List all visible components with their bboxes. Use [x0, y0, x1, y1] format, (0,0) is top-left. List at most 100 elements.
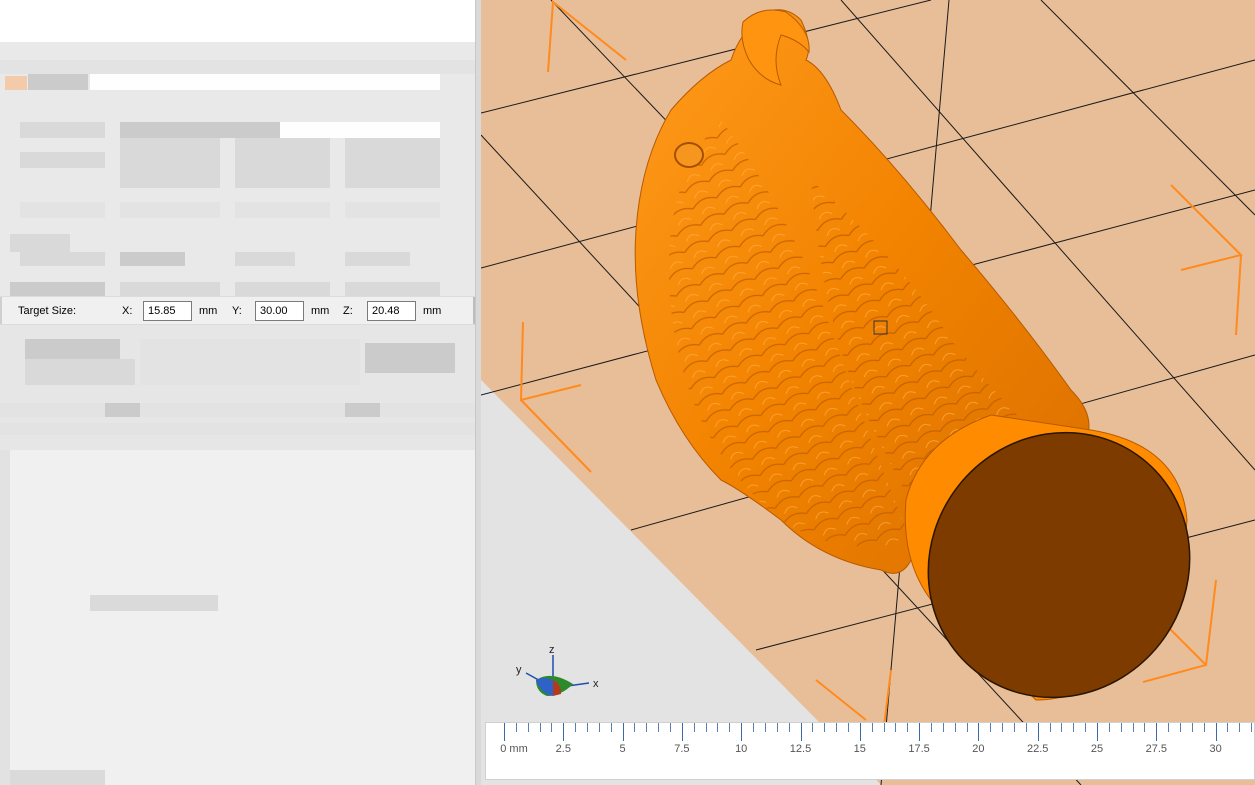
ruler-minor-tick: [634, 723, 636, 732]
ruler-major-tick: [1097, 723, 1098, 741]
ruler-minor-tick: [705, 723, 707, 732]
ruler-minor-tick: [1239, 723, 1241, 732]
ruler-label: 25: [1090, 743, 1104, 755]
ruler-minor-tick: [527, 723, 529, 732]
ruler-minor-tick: [1251, 723, 1253, 732]
ruler-label: 20: [972, 743, 985, 755]
ruler-minor-tick: [1049, 723, 1051, 732]
x-unit-label: mm: [199, 305, 218, 317]
ruler-major-tick: [563, 723, 565, 741]
ruler-minor-tick: [1073, 723, 1075, 732]
ruler-minor-tick: [1132, 723, 1134, 732]
ruler-minor-tick: [1191, 723, 1193, 732]
ruler-minor-tick: [930, 723, 932, 732]
ruler-minor-tick: [871, 723, 873, 732]
ruler-major-tick: [681, 723, 683, 741]
ruler-minor-tick: [670, 723, 672, 732]
ruler-minor-tick: [551, 723, 553, 732]
ruler-minor-tick: [1227, 723, 1229, 732]
ruler-minor-tick: [764, 723, 766, 732]
properties-panel: Target Size: X: 15.85 mm Y: 30.00 mm Z: …: [0, 0, 481, 785]
ruler-minor-tick: [587, 723, 589, 732]
ruler-minor-tick: [1144, 723, 1146, 732]
ruler-major-tick: [919, 723, 921, 741]
ruler-label: 15: [853, 743, 866, 755]
ruler-minor-tick: [954, 723, 956, 732]
ruler-label: 5: [619, 743, 626, 755]
ruler-label: 27.5: [1145, 743, 1168, 755]
ruler-minor-tick: [883, 723, 885, 732]
ruler-minor-tick: [598, 723, 600, 732]
panel-scroll-track[interactable]: [0, 450, 10, 785]
ruler-minor-tick: [942, 723, 944, 732]
ruler-major-tick: [741, 723, 743, 741]
y-label: Y:: [232, 305, 242, 317]
target-size-y-field[interactable]: 30.00: [255, 301, 304, 321]
ruler-major-tick: [978, 723, 980, 741]
ruler-minor-tick: [693, 723, 695, 732]
target-size-z-field[interactable]: 20.48: [367, 301, 416, 321]
ruler-major-tick: [1037, 723, 1039, 741]
ruler-label: 2.5: [555, 743, 571, 755]
3d-viewport[interactable]: z y x: [481, 0, 1255, 785]
ruler-minor-tick: [717, 723, 719, 732]
ruler-minor-tick: [1120, 723, 1122, 732]
ruler-minor-tick: [1061, 723, 1063, 732]
ruler-minor-tick: [1108, 723, 1110, 732]
ruler-label: 22.5: [1026, 743, 1049, 755]
axis-z-label: z: [549, 644, 555, 656]
target-size-row: Target Size: X: 15.85 mm Y: 30.00 mm Z: …: [0, 296, 476, 325]
ruler-major-tick: [622, 723, 624, 741]
ruler-minor-tick: [1025, 723, 1027, 732]
ruler-minor-tick: [753, 723, 755, 732]
ruler-minor-tick: [824, 723, 826, 732]
ruler-minor-tick: [658, 723, 660, 732]
ruler-major-tick: [504, 723, 505, 741]
ruler-minor-tick: [966, 723, 968, 732]
ruler-major-tick: [800, 723, 802, 741]
ruler-label: 17.5: [908, 743, 930, 755]
axis-x-label: x: [593, 678, 599, 690]
ruler-major-tick: [859, 723, 861, 741]
ruler-minor-tick: [836, 723, 838, 732]
target-size-label: Target Size:: [18, 305, 77, 317]
ruler-label: 7.5: [674, 743, 690, 755]
ruler-minor-tick: [847, 723, 849, 732]
ruler-minor-tick: [990, 723, 992, 732]
obscured-controls-area: [0, 325, 481, 450]
ruler-minor-tick: [1203, 723, 1205, 732]
panel-header: [0, 0, 475, 42]
ruler-minor-tick: [1168, 723, 1170, 732]
measurement-ruler: 0 mm 2.5 5 7.5 10 12.5 15 17.5 20 22.5 25 27.5 30: [485, 722, 1255, 780]
ruler-minor-tick: [776, 723, 778, 732]
ruler-label: 10: [735, 743, 748, 755]
ruler-minor-tick: [539, 723, 541, 732]
z-unit-label: mm: [423, 305, 442, 317]
ruler-minor-tick: [1013, 723, 1015, 732]
ruler-minor-tick: [812, 723, 814, 732]
panel-empty-area: [0, 450, 481, 785]
ruler-minor-tick: [575, 723, 577, 732]
z-label: Z:: [343, 305, 353, 317]
ruler-minor-tick: [646, 723, 648, 732]
ruler-minor-tick: [1085, 723, 1087, 732]
ruler-minor-tick: [515, 723, 517, 732]
ruler-label: 0 mm: [500, 743, 528, 755]
scene-canvas: z y x: [481, 0, 1255, 785]
ruler-minor-tick: [729, 723, 731, 732]
target-size-x-field[interactable]: 15.85: [143, 301, 192, 321]
ruler-minor-tick: [610, 723, 612, 732]
ruler-minor-tick: [1002, 723, 1004, 732]
ruler-minor-tick: [788, 723, 790, 732]
x-label: X:: [122, 305, 133, 317]
ruler-major-tick: [1156, 723, 1158, 741]
ruler-minor-tick: [1180, 723, 1182, 732]
ruler-label: 30: [1209, 743, 1222, 755]
y-unit-label: mm: [311, 305, 330, 317]
ruler-major-tick: [1215, 723, 1217, 741]
ruler-label: 12.5: [789, 743, 812, 755]
axis-y-label: y: [516, 664, 522, 676]
obscured-settings-area: [0, 42, 481, 296]
ruler-minor-tick: [907, 723, 909, 732]
ruler-minor-tick: [895, 723, 897, 732]
